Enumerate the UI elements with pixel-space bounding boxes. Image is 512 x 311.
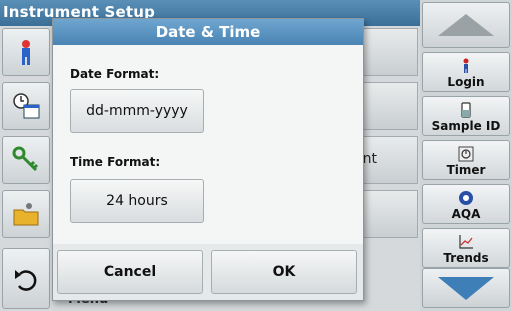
scroll-up-button[interactable]: [422, 2, 510, 48]
timer-label: Timer: [446, 163, 486, 177]
timer-button[interactable]: Timer: [422, 140, 510, 180]
operator-button[interactable]: [2, 28, 50, 76]
time-format-label: Time Format:: [70, 155, 161, 169]
security-button[interactable]: [2, 136, 50, 184]
person-icon: [22, 40, 30, 65]
vial-icon: [461, 102, 471, 118]
dialog-footer: Cancel OK: [53, 244, 363, 300]
folder-gear-icon: [13, 203, 39, 226]
date-format-label: Date Format:: [70, 67, 160, 81]
login-button[interactable]: Login: [422, 52, 510, 92]
time-format-select[interactable]: 24 hours: [70, 179, 204, 223]
trends-button[interactable]: Trends: [422, 228, 510, 268]
date-time-dialog: Date & Time Date Format: dd-mmm-yyyy Tim…: [52, 18, 364, 301]
aqa-label: AQA: [451, 207, 481, 221]
login-label: Login: [447, 75, 485, 89]
scroll-down-button[interactable]: [422, 268, 510, 308]
date-format-select[interactable]: dd-mmm-yyyy: [70, 89, 204, 133]
back-arrow-icon: [15, 269, 37, 291]
timer-icon: [458, 146, 474, 162]
sample-id-label: Sample ID: [431, 119, 501, 133]
ok-button[interactable]: OK: [211, 250, 357, 294]
trend-chart-icon: [459, 235, 473, 249]
sample-id-button[interactable]: Sample ID: [422, 96, 510, 136]
settings-folder-button[interactable]: [2, 190, 50, 238]
right-toolbar: Login Sample ID Timer AQA Trends: [420, 0, 512, 311]
clock-calendar-icon: [13, 93, 40, 119]
cancel-button[interactable]: Cancel: [57, 250, 203, 294]
aqa-button[interactable]: AQA: [422, 184, 510, 224]
person-icon: [463, 58, 469, 73]
list-item-label: nt: [362, 151, 377, 167]
dialog-title: Date & Time: [53, 19, 363, 45]
aqa-icon: [459, 191, 473, 205]
key-icon: [12, 146, 39, 172]
trends-label: Trends: [443, 251, 489, 265]
down-arrow-icon: [438, 277, 494, 300]
date-time-button[interactable]: [2, 82, 50, 130]
up-arrow-icon: [438, 14, 494, 36]
back-button[interactable]: [2, 248, 50, 309]
